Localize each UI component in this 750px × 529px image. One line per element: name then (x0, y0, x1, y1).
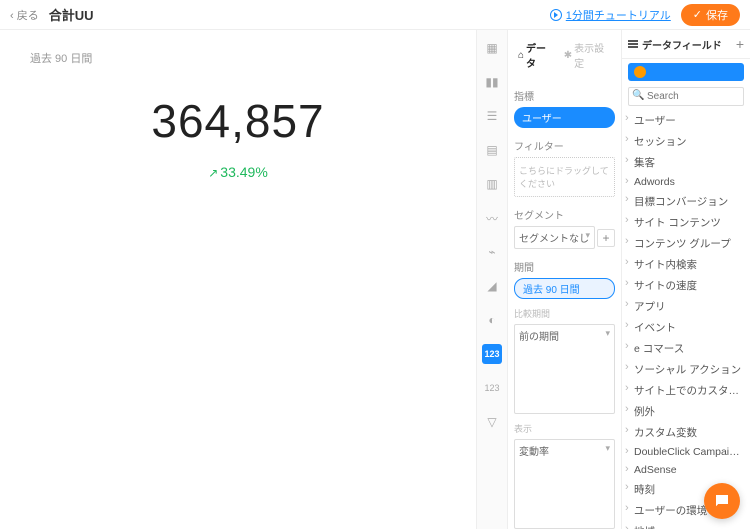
segment-add-button[interactable]: + (597, 229, 615, 247)
search-icon: 🔍 (632, 90, 644, 101)
chart-type-rail: ▦ ▮▮ ☰ ▤ ▥ 〰 ⌁ ◢ ◐ 123 123 ▽ (476, 30, 508, 529)
hbars-icon[interactable]: ▤ (482, 140, 502, 160)
period-section-label: 期間 (514, 259, 615, 274)
tutorial-label: 1分間チュートリアル (566, 7, 671, 23)
tree-item[interactable]: アプリ (622, 296, 746, 317)
number-icon[interactable]: 123 (482, 344, 502, 364)
chat-button[interactable] (704, 483, 740, 519)
metric-delta: ↗33.49% (30, 164, 446, 180)
tab-data[interactable]: ⌂ データ (514, 36, 558, 74)
check-icon: ✓ (693, 8, 702, 21)
tree-item[interactable]: セッション (622, 131, 746, 152)
list-icon (628, 39, 638, 50)
bars3-icon[interactable]: ▥ (482, 174, 502, 194)
tree-item[interactable]: イベント (622, 317, 746, 338)
tree-item[interactable]: 目標コンバージョン (622, 191, 746, 212)
segment-section-label: セグメント (514, 207, 615, 222)
save-label: 保存 (706, 7, 728, 23)
metric-section-label: 指標 (514, 88, 615, 103)
segment-select[interactable]: セグメントなし (514, 226, 595, 249)
tree-item[interactable]: カスタム変数 (622, 422, 746, 443)
grid-icon[interactable]: ▦ (482, 38, 502, 58)
fields-tree: ユーザーセッション集客Adwords目標コンバージョンサイト コンテンツコンテン… (622, 110, 750, 529)
tree-item[interactable]: サイト コンテンツ (622, 212, 746, 233)
tree-item[interactable]: ユーザー (622, 110, 746, 131)
tree-item[interactable]: 例外 (622, 401, 746, 422)
integration-pill[interactable] (628, 63, 744, 81)
home-icon: ⌂ (518, 50, 524, 61)
line-icon[interactable]: 〰 (482, 208, 502, 228)
tree-item[interactable]: DoubleClick Campaign ... (622, 443, 746, 461)
compare-select[interactable]: 前の期間 (514, 324, 615, 414)
play-icon (550, 9, 562, 21)
fields-header-label: データフィールド (628, 37, 722, 52)
page-title: 合計UU (49, 5, 94, 24)
tab-display[interactable]: ✱ 表示設定 (560, 36, 615, 74)
tutorial-link[interactable]: 1分間チュートリアル (550, 7, 671, 23)
table-icon[interactable]: ☰ (482, 106, 502, 126)
tree-item[interactable]: 集客 (622, 152, 746, 173)
tree-item[interactable]: Adwords (622, 173, 746, 191)
integration-logo-icon (634, 66, 646, 78)
back-link[interactable]: ‹ 戻る (10, 7, 39, 23)
tree-item[interactable]: サイト内検索 (622, 254, 746, 275)
period-pill[interactable]: 過去 90 日間 (514, 278, 615, 299)
tree-item[interactable]: e コマース (622, 338, 746, 359)
funnel-icon[interactable]: ▽ (482, 412, 502, 432)
arrow-up-icon: ↗ (208, 166, 218, 180)
area-icon[interactable]: ◢ (482, 276, 502, 296)
tree-item[interactable]: サイトの速度 (622, 275, 746, 296)
tree-item[interactable]: サイト上でのカスタム速度 (622, 380, 746, 401)
spark-icon[interactable]: ⌁ (482, 242, 502, 262)
gear-icon: ✱ (564, 50, 572, 61)
period-label: 過去 90 日間 (30, 50, 446, 66)
add-field-button[interactable]: + (736, 36, 744, 52)
compare-section-label: 比較期間 (514, 307, 615, 320)
chat-icon (713, 492, 731, 510)
display-section-label: 表示 (514, 422, 615, 435)
tree-item[interactable]: AdSense (622, 461, 746, 479)
tree-item[interactable]: コンテンツ グループ (622, 233, 746, 254)
metric-value: 364,857 (30, 94, 446, 148)
tree-item[interactable]: 地域 (622, 521, 746, 529)
number-dim-icon[interactable]: 123 (482, 378, 502, 398)
fields-panel: データフィールド + 🔍 ユーザーセッション集客Adwords目標コンバージョン… (622, 30, 750, 529)
display-select[interactable]: 変動率 (514, 439, 615, 529)
tree-item[interactable]: ソーシャル アクション (622, 359, 746, 380)
config-panel: ⌂ データ ✱ 表示設定 指標 ユーザー フィルター こちらにドラッグしてくださ… (508, 30, 622, 529)
save-button[interactable]: ✓ 保存 (681, 4, 740, 26)
filter-section-label: フィルター (514, 138, 615, 153)
widget-canvas: 過去 90 日間 364,857 ↗33.49% (0, 30, 476, 529)
search-input[interactable] (628, 87, 744, 106)
bars-icon[interactable]: ▮▮ (482, 72, 502, 92)
metric-pill[interactable]: ユーザー (514, 107, 615, 128)
gauge-icon[interactable]: ◐ (482, 310, 502, 330)
filter-dropzone[interactable]: こちらにドラッグしてください (514, 157, 615, 197)
